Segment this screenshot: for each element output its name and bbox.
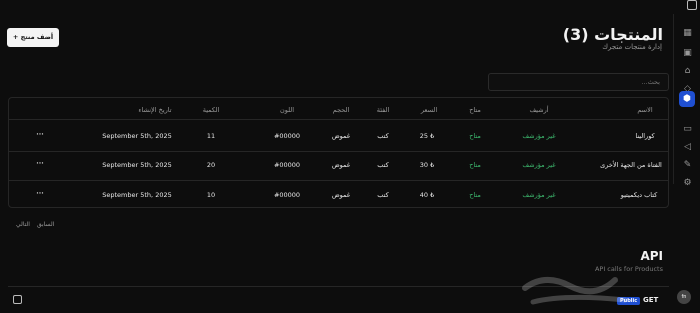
- availability-status: متاح: [469, 191, 481, 199]
- column-header-available[interactable]: متاح: [469, 106, 481, 114]
- product-name[interactable]: الفتاة من الجهة الأخرى: [600, 161, 662, 169]
- column-header-quantity[interactable]: الكمية: [203, 106, 220, 114]
- size: غموض: [331, 161, 351, 169]
- price: 40 ₺: [420, 191, 435, 199]
- divider: [9, 119, 668, 120]
- search-input[interactable]: بحث...: [488, 73, 669, 91]
- created-date: September 5th, 2025: [102, 161, 172, 169]
- availability-status: متاح: [469, 161, 481, 169]
- products-table: الاسم أرشيف متاح السعر الفئة الحجم اللون…: [8, 97, 669, 208]
- divider: [9, 180, 668, 181]
- currency-icon: ₺: [430, 161, 435, 169]
- archive-status: غير مؤرشف: [522, 191, 556, 199]
- category: كتب: [377, 161, 389, 169]
- product-name[interactable]: كتاب ديكميتيو: [621, 191, 658, 199]
- settings-icon[interactable]: ⚙: [682, 178, 693, 189]
- tag-icon[interactable]: ⌂: [682, 66, 693, 77]
- created-date: September 5th, 2025: [102, 191, 172, 199]
- currency-icon: ₺: [430, 191, 435, 199]
- ruler-icon[interactable]: ▭: [682, 124, 693, 135]
- server-icon[interactable]: [13, 295, 22, 304]
- row-menu-icon[interactable]: ···: [36, 189, 43, 197]
- category: كتب: [377, 191, 389, 199]
- price: 25 ₺: [420, 132, 435, 140]
- next-page-button[interactable]: التالي: [16, 221, 30, 228]
- layout-icon[interactable]: ▣: [682, 48, 693, 59]
- category: كتب: [377, 132, 389, 140]
- add-product-button[interactable]: + أضف منتج: [7, 28, 59, 47]
- product-name[interactable]: كورالينا: [635, 132, 654, 140]
- color: #00000: [273, 132, 301, 140]
- price-value: 40: [419, 191, 429, 199]
- size: غموض: [331, 191, 351, 199]
- avatar[interactable]: fn: [677, 290, 691, 304]
- column-header-size[interactable]: الحجم: [333, 106, 350, 114]
- column-header-created[interactable]: تاريخ الإنشاء: [138, 106, 171, 114]
- edit-icon[interactable]: ✎: [682, 160, 693, 171]
- package-icon[interactable]: ⬢: [679, 91, 695, 107]
- availability-status: متاح: [469, 132, 481, 140]
- price: 30 ₺: [420, 161, 435, 169]
- quantity: 11: [206, 132, 216, 140]
- color: #00000: [273, 191, 301, 199]
- column-header-archive[interactable]: أرشيف: [529, 106, 548, 114]
- api-section-title: API: [640, 249, 663, 263]
- price-value: 30: [419, 161, 429, 169]
- http-method-label: GET: [643, 296, 659, 304]
- divider: [9, 151, 668, 152]
- sidebar-toggle-icon[interactable]: [687, 0, 697, 10]
- currency-icon: ₺: [430, 132, 435, 140]
- row-menu-icon[interactable]: ···: [36, 130, 43, 138]
- column-header-color[interactable]: اللون: [280, 106, 294, 114]
- archive-status: غير مؤرشف: [522, 161, 556, 169]
- row-menu-icon[interactable]: ···: [36, 159, 43, 167]
- column-header-name[interactable]: الاسم: [637, 106, 652, 114]
- created-date: September 5th, 2025: [102, 132, 172, 140]
- column-header-price[interactable]: السعر: [421, 106, 437, 114]
- watermark-logo: [522, 277, 628, 305]
- previous-page-button[interactable]: السابق: [37, 221, 54, 228]
- page-title: المنتجات (3): [562, 25, 663, 44]
- grid-icon[interactable]: ▦: [682, 28, 693, 39]
- column-header-category[interactable]: الفئة: [377, 106, 390, 114]
- size: غموض: [331, 132, 351, 140]
- megaphone-icon[interactable]: ◁: [682, 142, 693, 153]
- price-value: 25: [419, 132, 429, 140]
- icon-rail: ▦ ▣ ⌂ ◇ ⬢ ▭ ◁ ✎ ⚙: [673, 14, 700, 188]
- page-subtitle: إدارة منتجات متجرك: [602, 43, 662, 51]
- archive-status: غير مؤرشف: [522, 132, 556, 140]
- quantity: 20: [206, 161, 216, 169]
- quantity: 10: [206, 191, 216, 199]
- color: #00000: [273, 161, 301, 169]
